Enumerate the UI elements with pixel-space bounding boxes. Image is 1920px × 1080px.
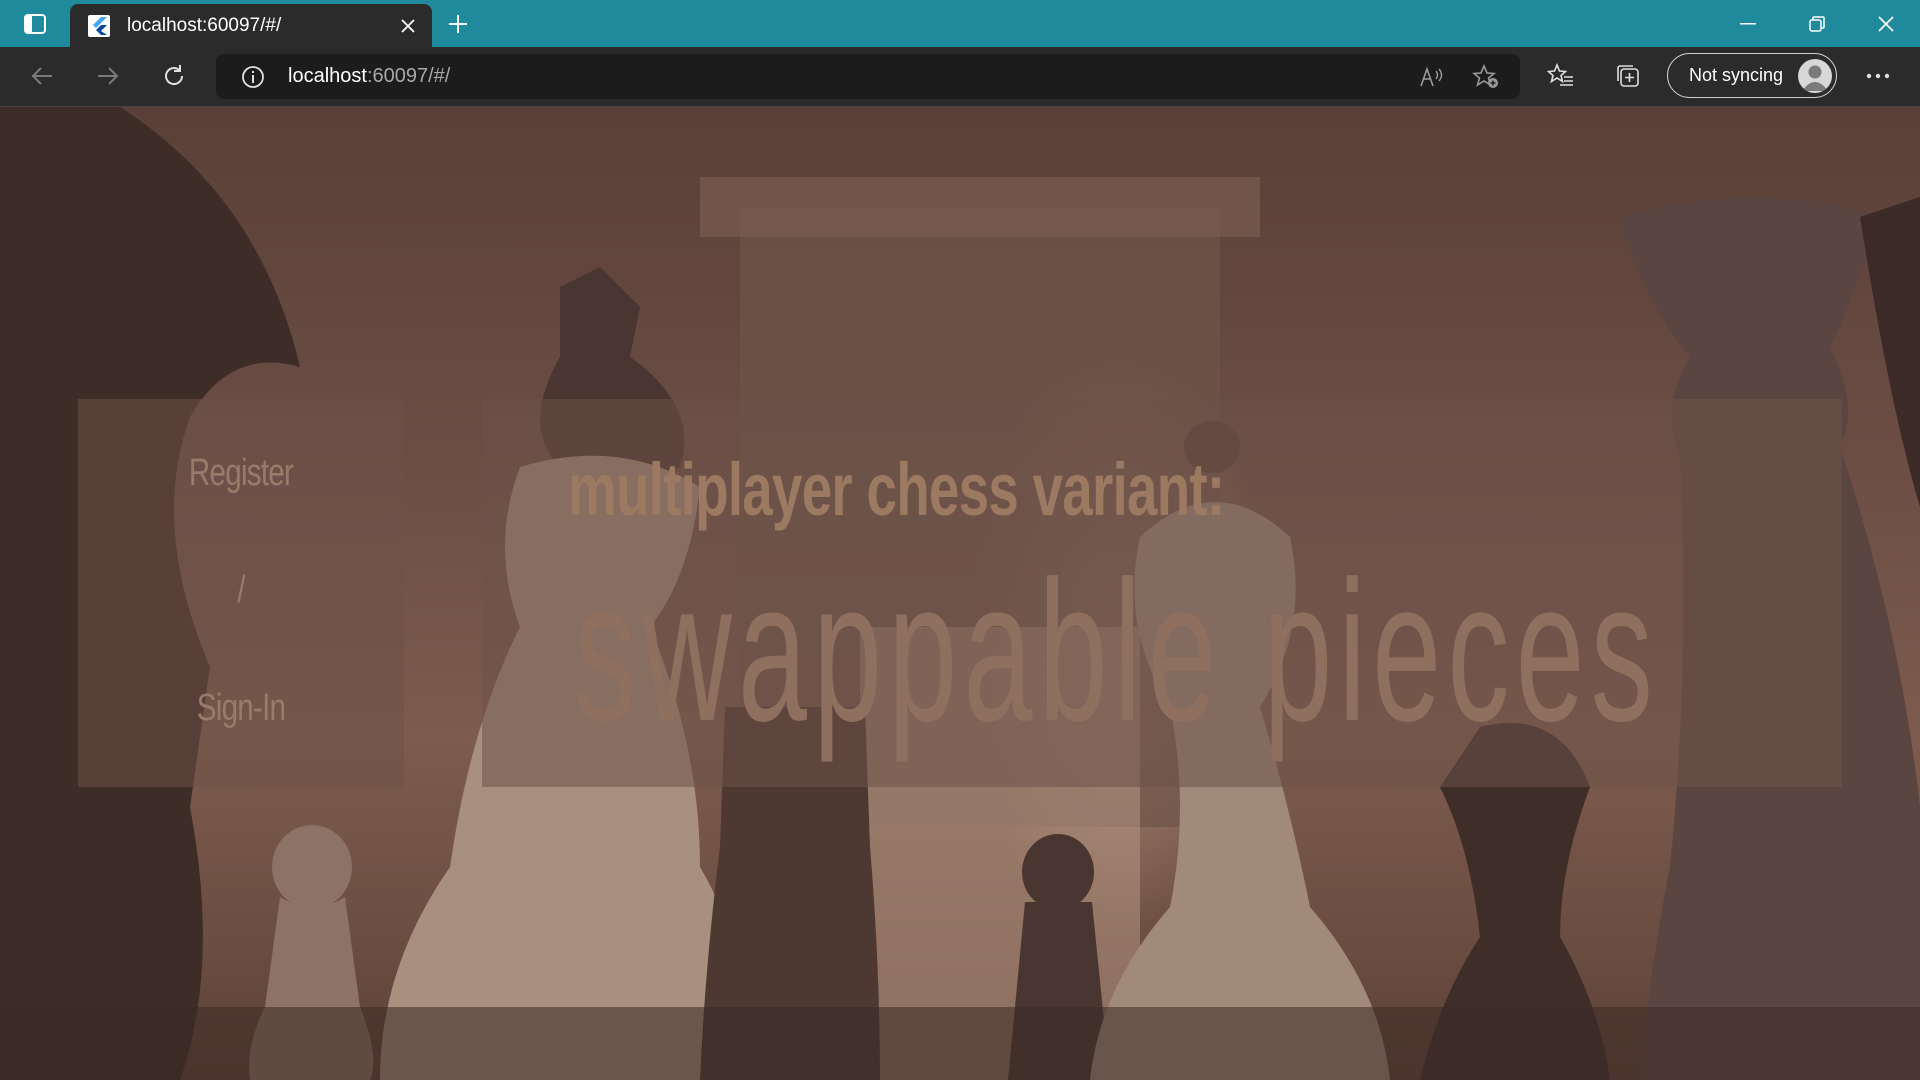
- browser-tab[interactable]: localhost:60097/#/: [70, 4, 432, 47]
- signin-link[interactable]: Sign-In: [114, 687, 368, 730]
- more-options-icon[interactable]: [1858, 56, 1898, 96]
- refresh-icon[interactable]: [154, 56, 194, 96]
- register-link[interactable]: Register: [114, 452, 368, 495]
- hero-subtitle: swappable pieces: [574, 540, 1659, 763]
- auth-separator: /: [237, 569, 245, 611]
- url-text[interactable]: localhost:60097/#/: [288, 65, 1412, 88]
- restore-icon[interactable]: [1782, 0, 1851, 47]
- tab-close-icon[interactable]: [388, 6, 428, 46]
- tab-title: localhost:60097/#/: [127, 14, 282, 36]
- flutter-favicon-icon: [88, 14, 110, 37]
- forward-icon[interactable]: [88, 56, 128, 96]
- url-host: localhost: [288, 65, 367, 87]
- window-controls: [1713, 0, 1920, 47]
- sync-status-label: Not syncing: [1689, 65, 1784, 85]
- page-content: Register / Sign-In multiplayer chess var…: [0, 107, 1920, 1080]
- close-window-icon[interactable]: [1851, 0, 1920, 47]
- address-bar[interactable]: localhost:60097/#/: [216, 54, 1520, 99]
- hero-headline: multiplayer chess variant:: [568, 448, 1225, 531]
- avatar: [1798, 58, 1832, 93]
- favorites-icon[interactable]: [1541, 56, 1581, 96]
- collections-icon[interactable]: [1608, 56, 1648, 96]
- browser-titlebar: localhost:60097/#/: [0, 0, 1920, 47]
- url-path: :60097/#/: [366, 65, 451, 87]
- back-icon[interactable]: [22, 56, 62, 96]
- read-aloud-icon[interactable]: [1412, 57, 1452, 97]
- sync-profile-button[interactable]: Not syncing: [1667, 53, 1837, 98]
- minimize-icon[interactable]: [1713, 0, 1782, 47]
- site-info-icon[interactable]: [240, 64, 266, 90]
- add-favorite-icon[interactable]: [1466, 57, 1506, 97]
- new-tab-icon[interactable]: [440, 6, 476, 42]
- tab-actions-icon[interactable]: [14, 8, 56, 40]
- browser-toolbar: localhost:60097/#/ Not syncing: [0, 47, 1920, 107]
